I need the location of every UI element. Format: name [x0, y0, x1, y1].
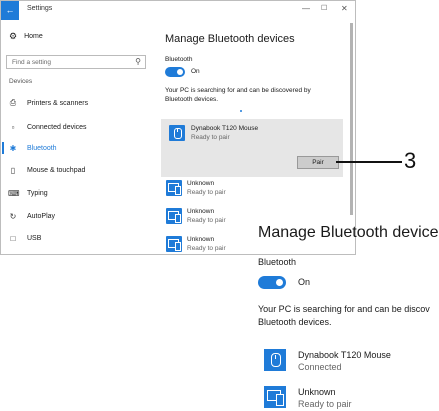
settings-window: ← Settings — ☐ ✕ ⚙ Home Find a setting ⚲… [0, 0, 356, 255]
active-indicator [2, 142, 4, 154]
sidebar-item-printers[interactable]: ⎙ Printers & scanners [1, 96, 149, 110]
sidebar-item-mouse[interactable]: ▯ Mouse & touchpad [1, 163, 149, 177]
devices-section-label: Devices [9, 78, 33, 85]
sidebar-item-label: Connected devices [27, 123, 87, 131]
search-placeholder: Find a setting [12, 59, 52, 66]
computer-icon [264, 386, 286, 408]
device-name[interactable]: Unknown [187, 208, 214, 215]
printer-icon: ⎙ [9, 98, 17, 107]
sidebar-item-label: Typing [27, 189, 48, 197]
autoplay-icon: ↻ [9, 211, 17, 221]
zoomed-toggle-state: On [298, 277, 311, 287]
computer-icon [166, 180, 182, 196]
pair-button[interactable]: Pair [297, 156, 339, 169]
zoomed-bluetooth-toggle[interactable] [258, 276, 286, 289]
device-status: Ready to pair [191, 134, 230, 141]
keyboard-icon: ⌨ [8, 188, 20, 198]
toggle-state-label: On [191, 68, 200, 75]
zoomed-device-status: Connected [298, 362, 342, 372]
bluetooth-label: Bluetooth [165, 56, 193, 63]
mouse-icon [169, 125, 185, 141]
zoomed-description-line: Bluetooth devices. [258, 317, 332, 327]
sidebar-item-label: Printers & scanners [27, 99, 89, 107]
sidebar-item-label: USB [27, 234, 42, 242]
devices-icon: ▫ [11, 122, 15, 132]
device-name[interactable]: Unknown [187, 180, 214, 187]
mouse-icon: ▯ [10, 165, 16, 175]
sidebar-item-typing[interactable]: ⌨ Typing [1, 186, 149, 200]
window-title: Settings [27, 5, 53, 12]
searching-indicator [240, 110, 242, 112]
scrollbar[interactable] [350, 23, 353, 215]
mouse-icon [264, 349, 286, 371]
main-content: Manage Bluetooth devices Bluetooth On Yo… [149, 20, 355, 254]
zoomed-bluetooth-label: Bluetooth [258, 257, 297, 267]
device-name[interactable]: Unknown [187, 236, 214, 243]
sidebar-item-bluetooth[interactable]: ✱ Bluetooth [1, 141, 149, 155]
sidebar-item-connected-devices[interactable]: ▫ Connected devices [1, 120, 149, 134]
computer-icon [166, 208, 182, 224]
zoomed-device-status: Ready to pair [298, 399, 352, 409]
search-icon: ⚲ [135, 57, 141, 66]
close-button[interactable]: ✕ [341, 4, 348, 14]
sidebar-item-autoplay[interactable]: ↻ AutoPlay [1, 209, 149, 223]
back-button[interactable]: ← [1, 1, 19, 20]
sidebar-item-label: Bluetooth [27, 144, 57, 152]
computer-icon [166, 236, 182, 252]
device-name: Dynabook T120 Mouse [191, 125, 259, 132]
page-title: Manage Bluetooth devices [165, 33, 295, 45]
search-description: Your PC is searching for and can be disc… [165, 87, 311, 103]
search-input[interactable]: Find a setting ⚲ [6, 55, 146, 69]
bluetooth-icon: ✱ [9, 143, 17, 153]
title-bar: ← Settings — ☐ ✕ [1, 1, 355, 20]
zoomed-description-line: Your PC is searching for and can be disc… [258, 304, 430, 314]
device-status: Ready to pair [187, 245, 226, 252]
zoomed-device-name: Dynabook T120 Mouse [298, 350, 391, 360]
maximize-button[interactable]: ☐ [321, 4, 327, 14]
sidebar: ⚙ Home Find a setting ⚲ Devices ⎙ Printe… [1, 20, 149, 254]
back-arrow-icon: ← [5, 5, 15, 15]
device-status: Ready to pair [187, 189, 226, 196]
usb-icon: □ [10, 233, 16, 243]
sidebar-item-label: AutoPlay [27, 212, 56, 220]
callout-line [336, 161, 402, 163]
sidebar-item-usb[interactable]: □ USB [1, 231, 149, 245]
zoomed-description: Your PC is searching for and can be disc… [258, 303, 439, 329]
device-status: Ready to pair [187, 217, 226, 224]
bluetooth-toggle[interactable] [165, 67, 185, 77]
home-label: Home [24, 33, 43, 40]
callout-number: 3 [404, 148, 417, 173]
home-link[interactable]: ⚙ Home [9, 31, 43, 42]
sidebar-item-label: Mouse & touchpad [27, 166, 86, 174]
zoomed-device-name: Unknown [298, 387, 336, 397]
gear-icon: ⚙ [9, 31, 18, 41]
minimize-button[interactable]: — [302, 4, 310, 14]
